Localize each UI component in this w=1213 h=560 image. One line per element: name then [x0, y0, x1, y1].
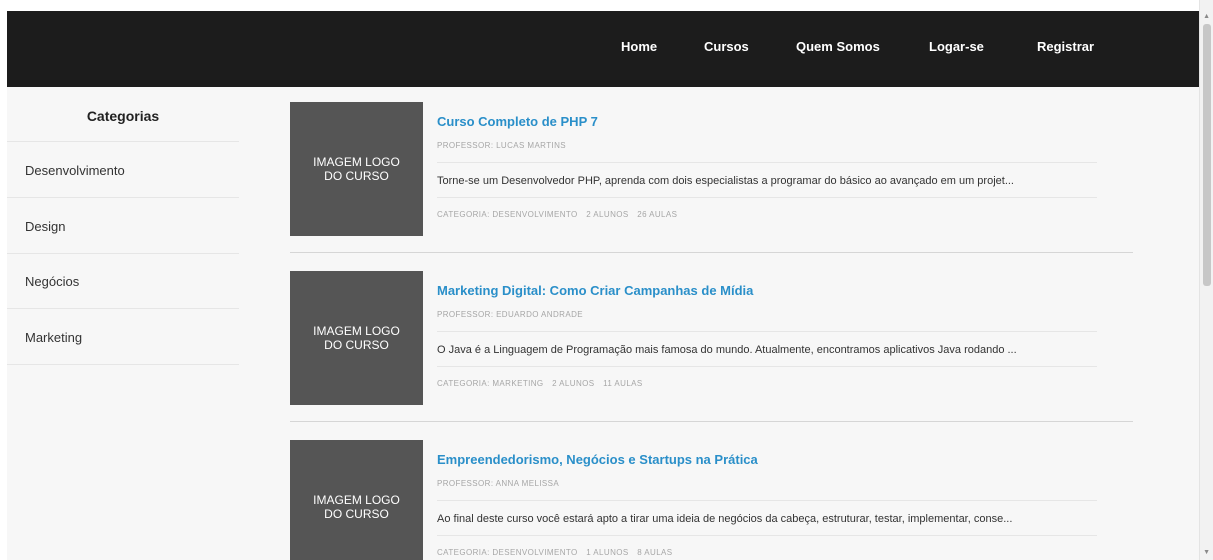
- page-scrollbar[interactable]: ▲ ▼: [1199, 0, 1213, 560]
- top-navbar: Home Cursos Quem Somos Logar-se Registra…: [7, 11, 1200, 87]
- course-description: O Java é a Linguagem de Programação mais…: [437, 344, 1017, 356]
- course-lessons: 8 AULAS: [637, 548, 673, 557]
- course-separator: [437, 535, 1097, 536]
- course-lessons: 11 AULAS: [603, 379, 643, 388]
- course-title-link[interactable]: Empreendedorismo, Negócios e Startups na…: [437, 452, 758, 467]
- course-thumbnail-text: IMAGEM LOGO DO CURSO: [313, 324, 400, 352]
- nav-cursos-link[interactable]: Cursos: [704, 39, 749, 54]
- course-thumbnail[interactable]: IMAGEM LOGO DO CURSO: [290, 271, 423, 405]
- course-separator: [437, 162, 1097, 163]
- main-content: Categorias Desenvolvimento Design Negóci…: [7, 87, 1200, 560]
- nav-home-link[interactable]: Home: [621, 39, 657, 54]
- scroll-up-arrow-icon[interactable]: ▲: [1203, 13, 1210, 21]
- sidebar-item-negocios[interactable]: Negócios: [25, 274, 79, 289]
- nav-register-link[interactable]: Registrar: [1037, 39, 1094, 54]
- course-category: CATEGORIA: MARKETING: [437, 379, 544, 388]
- nav-login-link[interactable]: Logar-se: [929, 39, 984, 54]
- page: Home Cursos Quem Somos Logar-se Registra…: [0, 0, 1213, 560]
- categories-sidebar: Categorias Desenvolvimento Design Negóci…: [7, 87, 239, 560]
- course-separator: [437, 366, 1097, 367]
- sidebar-title: Categorias: [86, 108, 160, 124]
- course-professor: PROFESSOR: ANNA MELISSA: [437, 479, 560, 488]
- course-separator: [437, 500, 1097, 501]
- course-separator: [437, 331, 1097, 332]
- course-meta: CATEGORIA: DESENVOLVIMENTO 1 ALUNOS 8 AU…: [437, 548, 679, 557]
- course-category: CATEGORIA: DESENVOLVIMENTO: [437, 548, 578, 557]
- course-divider: [290, 421, 1133, 422]
- sidebar-divider: [7, 253, 239, 254]
- course-description: Ao final deste curso você estará apto a …: [437, 513, 1013, 525]
- course-thumbnail[interactable]: IMAGEM LOGO DO CURSO: [290, 440, 423, 560]
- sidebar-divider: [7, 364, 239, 365]
- nav-menu: Home Cursos Quem Somos Logar-se Registra…: [7, 11, 1200, 87]
- nav-quem-somos-link[interactable]: Quem Somos: [796, 39, 880, 54]
- course-title-link[interactable]: Curso Completo de PHP 7: [437, 114, 598, 129]
- course-students: 2 ALUNOS: [552, 379, 595, 388]
- course-description: Torne-se um Desenvolvedor PHP, aprenda c…: [437, 175, 1014, 187]
- course-card[interactable]: IMAGEM LOGO DO CURSO Marketing Digital: …: [290, 271, 1133, 405]
- sidebar-item-marketing[interactable]: Marketing: [25, 330, 82, 345]
- course-separator: [437, 197, 1097, 198]
- course-card[interactable]: IMAGEM LOGO DO CURSO Empreendedorismo, N…: [290, 440, 1133, 560]
- course-lessons: 26 AULAS: [637, 210, 678, 219]
- course-students: 1 ALUNOS: [586, 548, 629, 557]
- course-professor: PROFESSOR: EDUARDO ANDRADE: [437, 310, 583, 319]
- scroll-down-arrow-icon[interactable]: ▼: [1203, 549, 1210, 557]
- course-professor: PROFESSOR: LUCAS MARTINS: [437, 141, 567, 150]
- course-category: CATEGORIA: DESENVOLVIMENTO: [437, 210, 578, 219]
- course-thumbnail-text: IMAGEM LOGO DO CURSO: [313, 155, 400, 183]
- course-divider: [290, 252, 1133, 253]
- sidebar-item-design[interactable]: Design: [25, 219, 65, 234]
- scrollbar-thumb[interactable]: [1203, 24, 1211, 286]
- course-students: 2 ALUNOS: [586, 210, 629, 219]
- sidebar-divider: [7, 308, 239, 309]
- course-meta: CATEGORIA: MARKETING 2 ALUNOS 11 AULAS: [437, 379, 649, 388]
- sidebar-divider: [7, 197, 239, 198]
- course-thumbnail[interactable]: IMAGEM LOGO DO CURSO: [290, 102, 423, 236]
- sidebar-divider: [7, 141, 239, 142]
- course-thumbnail-text: IMAGEM LOGO DO CURSO: [313, 493, 400, 521]
- course-title-link[interactable]: Marketing Digital: Como Criar Campanhas …: [437, 283, 753, 298]
- course-meta: CATEGORIA: DESENVOLVIMENTO 2 ALUNOS 26 A…: [437, 210, 683, 219]
- window-edge: [0, 0, 7, 560]
- course-card[interactable]: IMAGEM LOGO DO CURSO Curso Completo de P…: [290, 102, 1133, 236]
- sidebar-item-desenvolvimento[interactable]: Desenvolvimento: [25, 163, 125, 178]
